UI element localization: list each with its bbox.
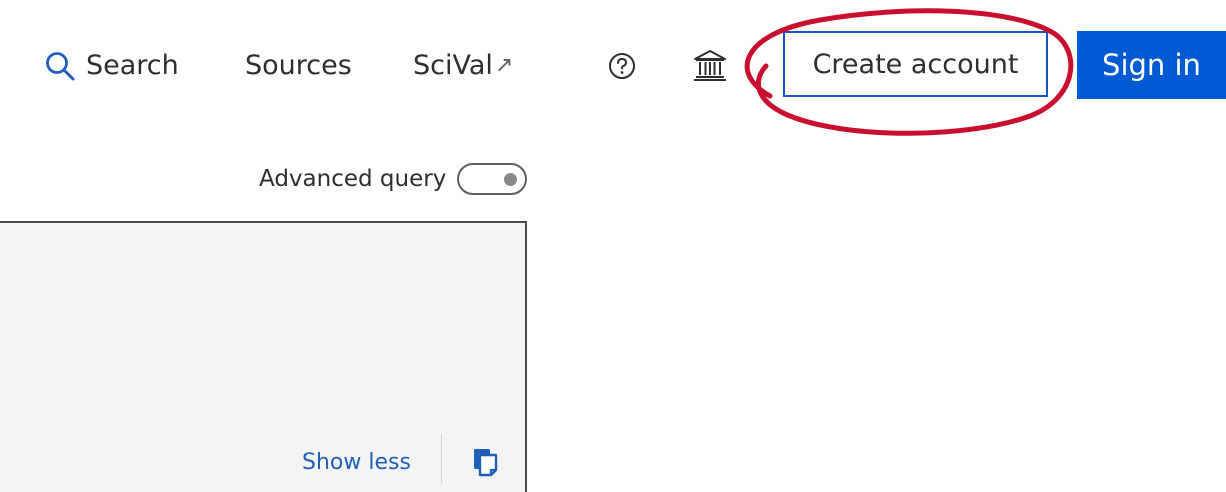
query-panel[interactable]: Show less [0, 221, 527, 492]
sources-label: Sources [245, 50, 352, 81]
sign-in-label: Sign in [1102, 48, 1201, 82]
toggle-knob [504, 173, 517, 186]
advanced-query-toggle[interactable] [457, 163, 527, 195]
external-link-icon: ↗ [494, 53, 514, 78]
help-icon[interactable] [607, 51, 637, 81]
search-link[interactable]: Search [44, 46, 179, 86]
show-less-link[interactable]: Show less [302, 448, 411, 478]
create-account-label: Create account [812, 48, 1019, 80]
sources-link[interactable]: Sources [245, 46, 352, 86]
search-icon [46, 52, 75, 81]
sign-in-button[interactable]: Sign in [1077, 31, 1226, 99]
institution-icon[interactable] [692, 48, 728, 82]
scival-label: SciVal [413, 50, 493, 81]
scival-link[interactable]: SciVal ↗ [413, 46, 513, 86]
panel-divider [441, 434, 442, 484]
copy-icon[interactable] [472, 447, 498, 477]
page: Search Sources SciVal ↗ Create account S… [0, 0, 1226, 492]
advanced-query-label: Advanced query [259, 166, 447, 192]
create-account-button[interactable]: Create account [783, 31, 1048, 97]
search-label: Search [86, 50, 179, 81]
